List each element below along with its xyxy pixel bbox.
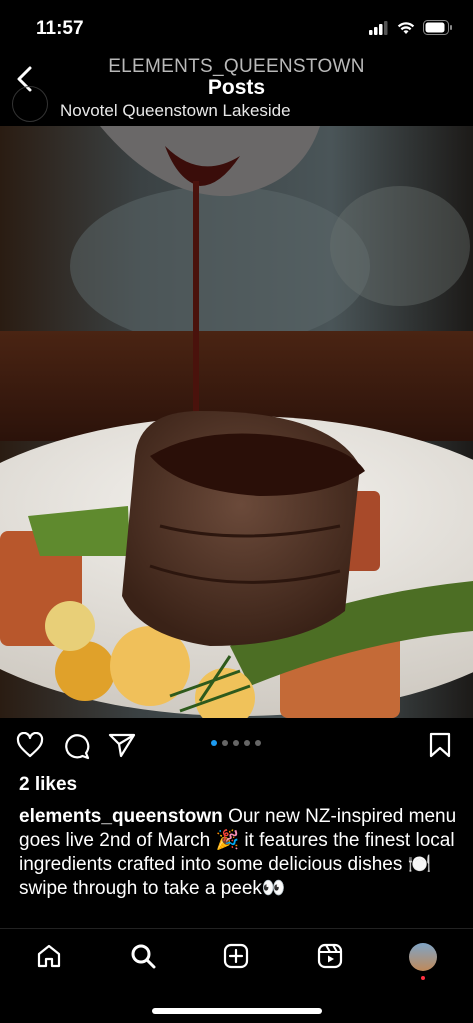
like-heart-icon[interactable] (16, 732, 44, 758)
posts-header: ELEMENTS_QUEENSTOWN Posts (0, 52, 473, 108)
carousel-dot (222, 740, 228, 746)
status-time: 11:57 (36, 18, 84, 39)
post-photo[interactable] (0, 126, 473, 718)
notification-dot (421, 976, 425, 980)
status-icons (369, 20, 453, 35)
food-photo-image (0, 126, 473, 718)
likes-count[interactable]: 2 likes (19, 774, 77, 796)
comment-icon[interactable] (62, 732, 90, 760)
status-bar: 11:57 (0, 0, 473, 56)
page-title: Posts (207, 76, 266, 99)
carousel-dot-active (211, 740, 217, 746)
caption-username[interactable]: elements_queenstown (19, 806, 223, 827)
wifi-icon (397, 21, 415, 34)
bottom-tab-bar (0, 928, 473, 989)
post-caption: elements_queenstown Our new NZ-inspired … (19, 805, 459, 901)
post-actions (0, 720, 473, 770)
post-author-avatar[interactable] (12, 86, 48, 122)
carousel-dot (255, 740, 261, 746)
home-indicator[interactable] (152, 1008, 322, 1014)
create-post-icon[interactable] (223, 943, 249, 969)
carousel-dot (233, 740, 239, 746)
save-bookmark-icon[interactable] (428, 732, 452, 758)
battery-icon (423, 20, 452, 35)
profile-avatar[interactable] (409, 943, 437, 971)
signal-icon (369, 20, 388, 35)
home-icon[interactable] (36, 943, 62, 969)
carousel-indicator (211, 740, 261, 746)
search-icon[interactable] (130, 943, 156, 969)
carousel-dot (244, 740, 250, 746)
reels-icon[interactable] (317, 943, 343, 969)
post-location[interactable]: Novotel Queenstown Lakeside (60, 101, 291, 121)
share-send-icon[interactable] (108, 732, 136, 758)
account-name[interactable]: ELEMENTS_QUEENSTOWN (0, 56, 473, 78)
